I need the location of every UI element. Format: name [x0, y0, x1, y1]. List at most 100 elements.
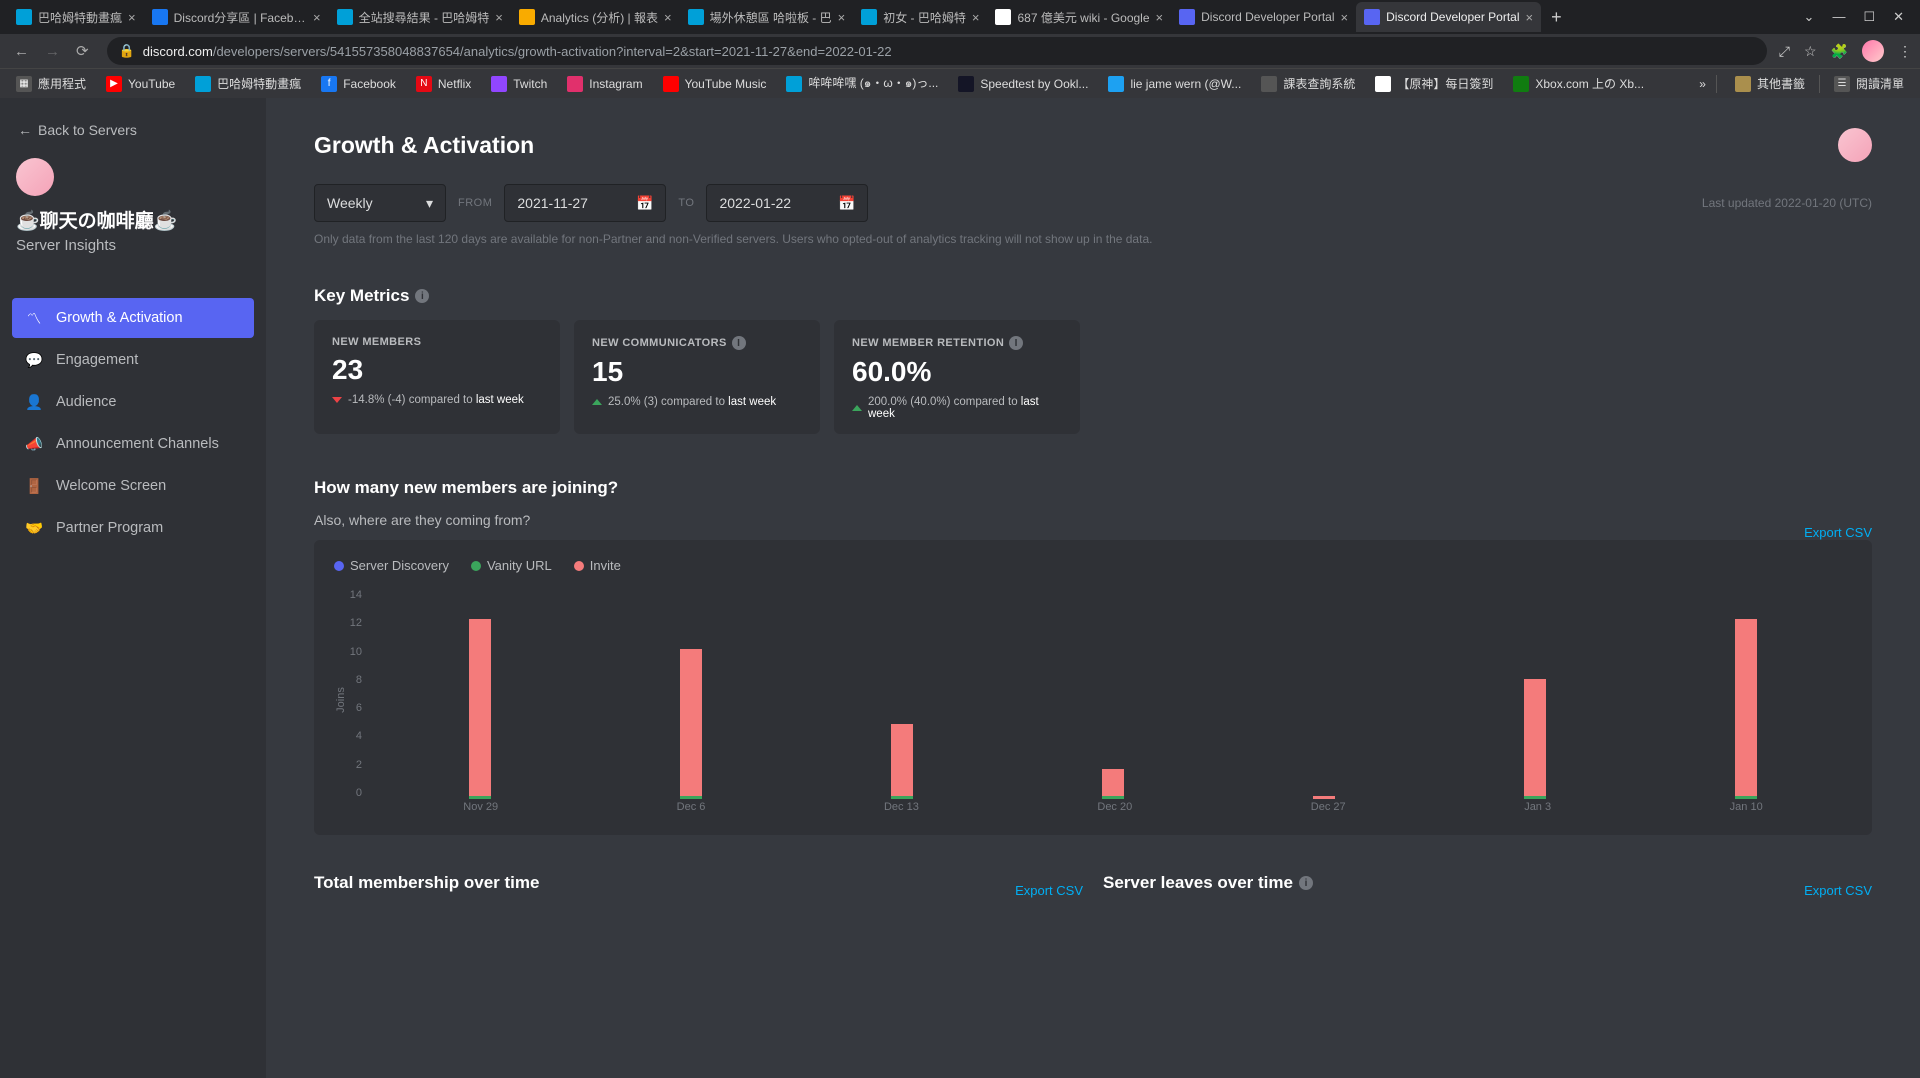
bookmark-label: Speedtest by Ookl...: [980, 77, 1088, 91]
to-date-value: 2022-01-22: [719, 195, 791, 211]
bookmark-label: 哞哞哞嘿 (๑・ω・๑)っ...: [808, 74, 938, 93]
legend-item[interactable]: Server Discovery: [334, 558, 449, 573]
bookmark-item[interactable]: Twitch: [483, 76, 555, 92]
new-tab-button[interactable]: +: [1541, 7, 1572, 28]
bookmark-favicon: ▶: [106, 76, 122, 92]
window-minimize-button[interactable]: ―: [1832, 9, 1845, 25]
tab-close-icon[interactable]: ×: [128, 10, 136, 25]
bookmark-favicon: f: [321, 76, 337, 92]
info-icon[interactable]: i: [732, 336, 746, 350]
user-avatar[interactable]: [1838, 128, 1872, 162]
address-bar: ← → ⟳ 🔒 discord.com/developers/servers/5…: [0, 34, 1920, 68]
to-date-input[interactable]: 2022-01-22 📅: [706, 184, 868, 222]
menu-icon[interactable]: ⋮: [1898, 43, 1912, 60]
from-date-value: 2021-11-27: [517, 195, 588, 211]
server-subtitle: Server Insights: [12, 237, 254, 268]
tab-close-icon[interactable]: ×: [1526, 10, 1534, 25]
extensions-icon[interactable]: 🧩: [1831, 43, 1848, 60]
bookmark-label: Netflix: [438, 77, 471, 91]
tab-close-icon[interactable]: ×: [1341, 10, 1349, 25]
bookmark-label: Facebook: [343, 77, 396, 91]
browser-tab[interactable]: Discord分享區 | Facebook×: [144, 2, 329, 32]
metric-delta: 200.0% (40.0%) compared to last week: [852, 396, 1062, 420]
bookmark-item[interactable]: f Facebook: [313, 76, 404, 92]
url-field[interactable]: 🔒 discord.com/developers/servers/5415573…: [107, 37, 1767, 65]
bookmark-item[interactable]: 【原神】每日簽到: [1367, 75, 1501, 92]
bar-segment: [1735, 796, 1757, 799]
tab-close-icon[interactable]: ×: [313, 10, 321, 25]
bookmark-item[interactable]: Instagram: [559, 76, 650, 92]
tab-title: Discord Developer Portal: [1201, 10, 1334, 24]
nav-label: Engagement: [56, 352, 138, 368]
bookmark-item[interactable]: 巴哈姆特動畫瘋: [187, 75, 309, 92]
bookmark-star-icon[interactable]: ☆: [1804, 43, 1817, 60]
bookmark-item[interactable]: ▶YouTube: [98, 76, 183, 92]
reload-button[interactable]: ⟳: [76, 42, 89, 60]
back-button[interactable]: ←: [14, 43, 29, 60]
window-chevron-icon[interactable]: ⌄: [1804, 9, 1815, 25]
browser-tab[interactable]: 巴哈姆特動畫瘋×: [8, 2, 144, 32]
bookmarks-more[interactable]: »: [1699, 77, 1706, 91]
y-tick: 2: [334, 759, 362, 771]
reading-list[interactable]: ☰閱讀清單: [1826, 75, 1912, 92]
metric-card: NEW MEMBER RETENTION i 60.0% 200.0% (40.…: [834, 320, 1080, 434]
browser-tab[interactable]: 場外休憩區 哈啦板 - 巴×: [680, 2, 854, 32]
from-date-input[interactable]: 2021-11-27 📅: [504, 184, 666, 222]
back-to-servers-link[interactable]: ← Back to Servers: [12, 114, 254, 152]
metric-label: NEW MEMBERS: [332, 336, 542, 348]
export-csv-link-3[interactable]: Export CSV: [1804, 883, 1872, 898]
bar-segment: [891, 724, 913, 796]
bar-segment: [680, 649, 702, 796]
tab-close-icon[interactable]: ×: [838, 10, 846, 25]
sidebar-item[interactable]: 💬Engagement: [12, 340, 254, 380]
sidebar-item[interactable]: 🤝Partner Program: [12, 508, 254, 548]
install-icon[interactable]: ⤢: [1779, 43, 1790, 60]
export-csv-link[interactable]: Export CSV: [1804, 525, 1872, 540]
bookmark-item[interactable]: YouTube Music: [655, 76, 775, 92]
bookmark-label: YouTube Music: [685, 77, 767, 91]
interval-select[interactable]: Weekly ▾: [314, 184, 446, 222]
tab-favicon: [1179, 9, 1195, 25]
bar-column: [1524, 679, 1546, 799]
info-icon[interactable]: i: [1009, 336, 1023, 350]
bookmark-item[interactable]: Speedtest by Ookl...: [950, 76, 1096, 92]
tab-close-icon[interactable]: ×: [664, 10, 672, 25]
sidebar-item[interactable]: 🚪Welcome Screen: [12, 466, 254, 506]
bar-segment: [1102, 769, 1124, 796]
browser-tab[interactable]: 687 億美元 wiki - Google×: [987, 2, 1171, 32]
sidebar-item[interactable]: 👤Audience: [12, 382, 254, 422]
bookmark-item[interactable]: 課表查詢系統: [1253, 75, 1363, 92]
bookmark-label: Twitch: [513, 77, 547, 91]
legend-label: Vanity URL: [487, 558, 552, 573]
server-avatar[interactable]: [16, 158, 54, 196]
bookmark-item[interactable]: NNetflix: [408, 76, 479, 92]
info-icon[interactable]: i: [1299, 876, 1313, 890]
window-maximize-button[interactable]: ☐: [1863, 9, 1875, 25]
info-icon[interactable]: i: [415, 289, 429, 303]
tab-close-icon[interactable]: ×: [1156, 10, 1164, 25]
browser-tab[interactable]: Discord Developer Portal ×: [1171, 2, 1356, 32]
other-bookmarks[interactable]: 其他書籤: [1727, 75, 1813, 92]
tab-close-icon[interactable]: ×: [495, 10, 503, 25]
bookmark-item[interactable]: lie jame wern (@W...: [1100, 76, 1249, 92]
tab-close-icon[interactable]: ×: [972, 10, 980, 25]
legend-item[interactable]: Invite: [574, 558, 621, 573]
bookmark-item[interactable]: Xbox.com 上の Xb...: [1505, 75, 1652, 92]
bookmark-item[interactable]: ▦應用程式: [8, 75, 94, 92]
legend-label: Invite: [590, 558, 621, 573]
legend-item[interactable]: Vanity URL: [471, 558, 552, 573]
window-close-button[interactable]: ✕: [1893, 9, 1904, 25]
tab-favicon: [519, 9, 535, 25]
browser-tab[interactable]: 全站搜尋結果 - 巴哈姆特×: [329, 2, 511, 32]
bookmark-item[interactable]: 哞哞哞嘿 (๑・ω・๑)っ...: [778, 74, 946, 93]
nav-label: Welcome Screen: [56, 478, 166, 494]
sidebar-item[interactable]: 〽Growth & Activation: [12, 298, 254, 338]
export-csv-link-2[interactable]: Export CSV: [1015, 883, 1083, 898]
browser-tab[interactable]: Analytics (分析) | 報表×: [511, 2, 680, 32]
forward-button[interactable]: →: [45, 43, 60, 60]
profile-avatar[interactable]: [1862, 40, 1884, 62]
browser-tab[interactable]: Discord Developer Portal×: [1356, 2, 1541, 32]
browser-tab[interactable]: 初女 - 巴哈姆特×: [853, 2, 987, 32]
sidebar-item[interactable]: 📣Announcement Channels: [12, 424, 254, 464]
trend-down-icon: [332, 397, 342, 403]
